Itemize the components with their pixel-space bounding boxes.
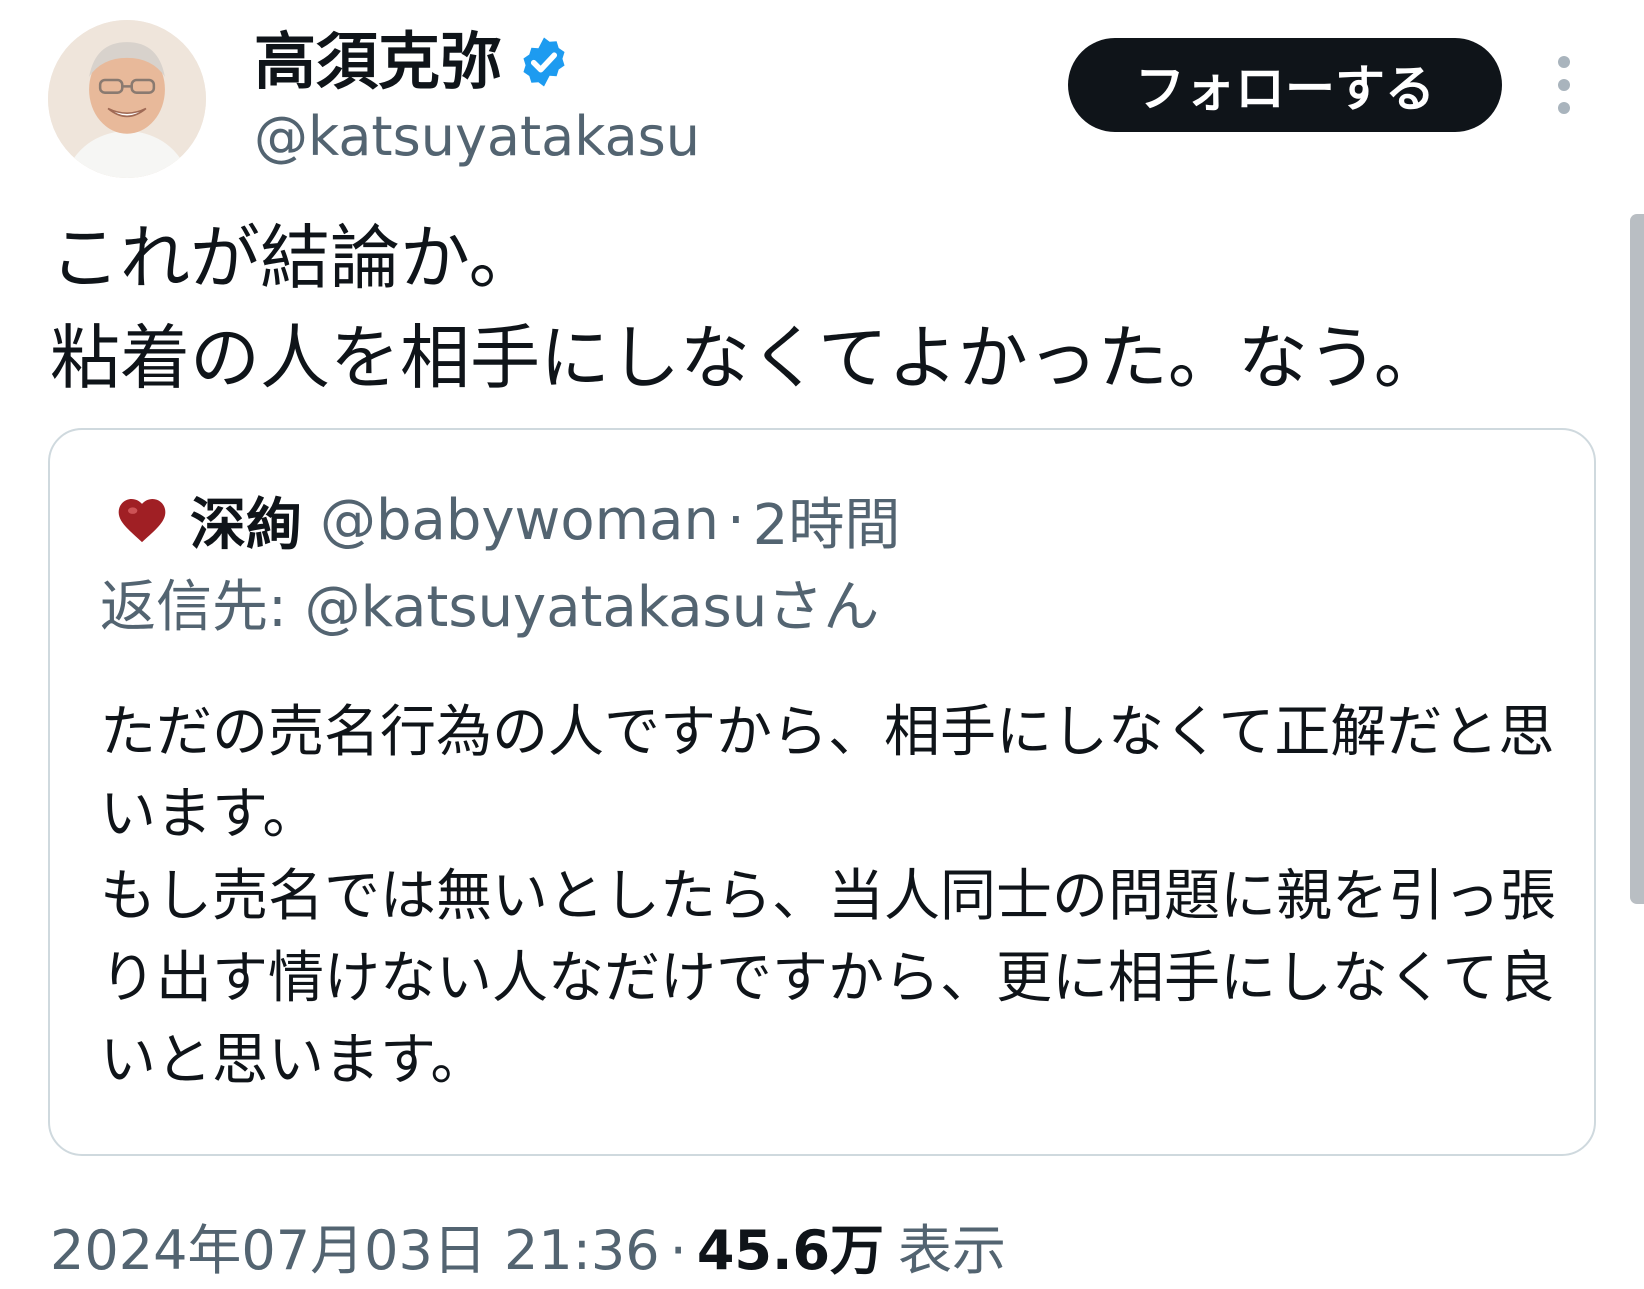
- verified-badge-icon: [516, 34, 572, 90]
- author-handle[interactable]: @katsuyatakasu: [254, 102, 700, 172]
- views-label: 表示: [898, 1219, 1007, 1282]
- quoted-timestamp[interactable]: 2時間: [753, 480, 901, 561]
- scrollbar[interactable]: [1630, 214, 1644, 904]
- quoted-author-name[interactable]: 深絢: [190, 480, 302, 561]
- quoted-tweet-header: 深絢 @babywoman · 2時間: [114, 480, 900, 560]
- quoted-author-handle[interactable]: @babywoman: [320, 488, 719, 553]
- more-dot: [1558, 79, 1570, 91]
- more-options-icon[interactable]: [1546, 48, 1582, 122]
- tweet-text: これが結論か。 粘着の人を相手にしなくてよかった。なう。: [50, 217, 1444, 399]
- person-avatar-icon: [48, 20, 206, 178]
- views-count: 45.6万: [696, 1219, 885, 1282]
- tweet-meta: 2024年07月03日 21:36 · 45.6万 表示: [50, 1212, 1006, 1289]
- reply-to-label: 返信先: @katsuyatakasuさん: [100, 575, 880, 640]
- heart-avatar-icon[interactable]: [114, 492, 170, 548]
- more-dot: [1558, 56, 1570, 68]
- tweet-timestamp[interactable]: 2024年07月03日 21:36: [50, 1212, 660, 1289]
- more-dot: [1558, 102, 1570, 114]
- tweet-header: 高須克弥 @katsuyatakasu フォローする: [0, 0, 1644, 200]
- quoted-tweet-card[interactable]: 深絢 @babywoman · 2時間 返信先: @katsuyatakasuさ…: [48, 428, 1596, 1156]
- follow-button[interactable]: フォローする: [1068, 38, 1502, 132]
- quoted-separator: ·: [726, 487, 745, 553]
- quoted-tweet-text: ただの売名行為の人ですから、相手にしなくて正解だと思います。 もし売名では無いと…: [100, 700, 1556, 1093]
- author-name-row: 高須克弥: [254, 22, 572, 102]
- author-avatar[interactable]: [48, 20, 206, 178]
- meta-separator: ·: [669, 1219, 687, 1282]
- author-display-name[interactable]: 高須克弥: [254, 22, 502, 102]
